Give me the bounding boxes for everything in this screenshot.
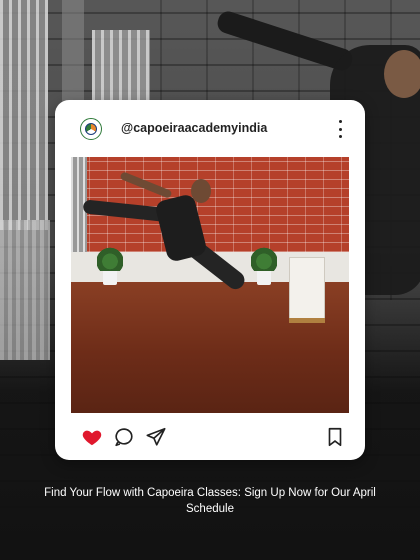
avatar[interactable] [80,118,102,140]
comment-icon[interactable] [113,426,135,448]
post-header: @capoeiraacademyindia [55,100,365,156]
photo-kicker-head [191,179,211,203]
background-performer-head [384,50,420,98]
academy-logo-icon [85,123,97,135]
photo-plant-left [97,247,123,285]
send-icon[interactable] [145,426,167,448]
background-radiator [0,220,50,360]
bookmark-icon[interactable] [324,426,346,448]
post-actions [55,418,365,454]
post-photo[interactable] [71,157,349,413]
more-options-icon[interactable] [333,120,347,138]
post-card: @capoeiraacademyindia [55,100,365,460]
background-window [0,0,48,230]
photo-pedestal [289,257,325,323]
background-window-upper [92,30,150,110]
promo-caption: Find Your Flow with Capoeira Classes: Si… [44,487,376,515]
heart-filled-icon[interactable] [81,426,103,448]
account-handle[interactable]: @capoeiraacademyindia [121,121,267,135]
photo-plant-right [251,247,277,285]
